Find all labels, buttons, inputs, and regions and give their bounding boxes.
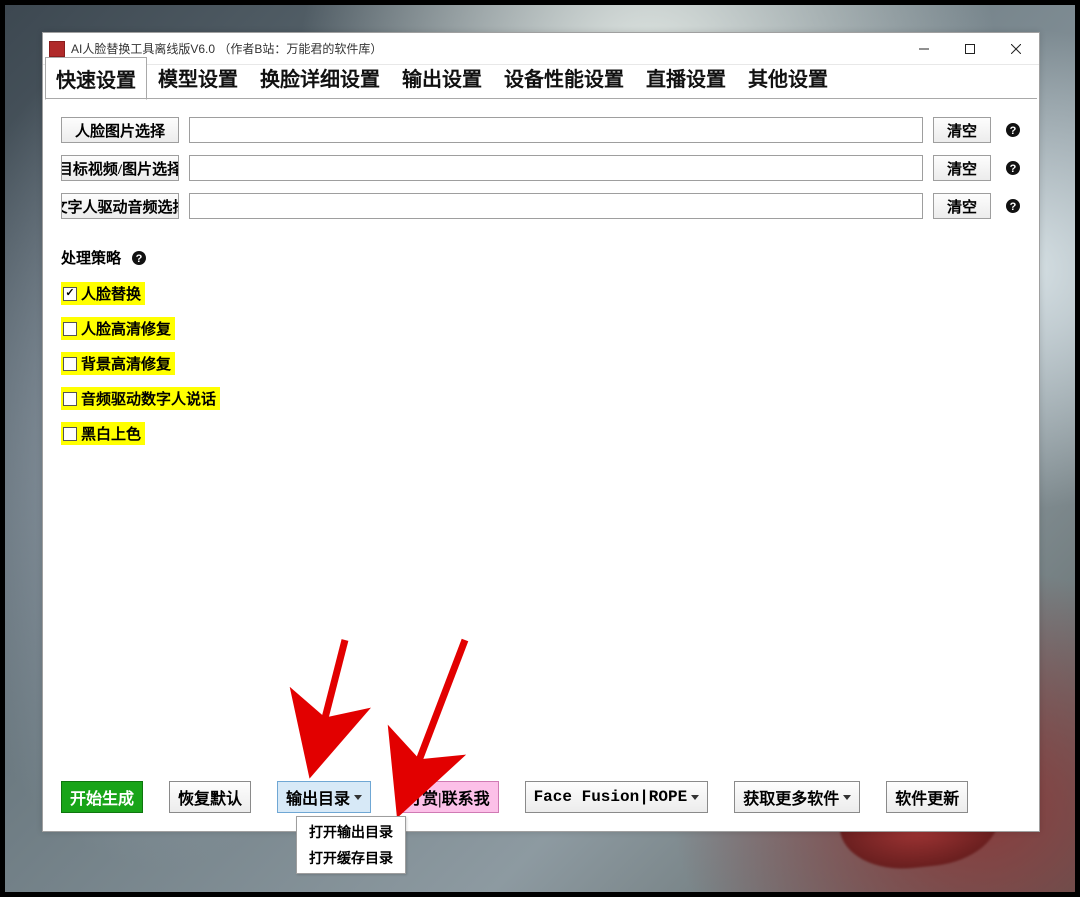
more-software-button[interactable]: 获取更多软件 xyxy=(734,781,860,813)
chevron-down-icon xyxy=(354,795,362,800)
svg-text:?: ? xyxy=(136,253,143,265)
maximize-icon xyxy=(965,44,975,54)
maximize-button[interactable] xyxy=(947,33,993,64)
strategy-section-label: 处理策略 ? xyxy=(61,247,1021,268)
close-button[interactable] xyxy=(993,33,1039,64)
checkbox-icon xyxy=(63,322,77,336)
help-icon[interactable]: ? xyxy=(131,250,147,266)
help-icon[interactable]: ? xyxy=(1005,122,1021,138)
strategy-label: 音频驱动数字人说话 xyxy=(81,388,216,409)
chevron-down-icon xyxy=(691,795,699,800)
bottom-toolbar: 开始生成 恢复默认 输出目录 打赏|联系我 Face Fusion|ROPE 获… xyxy=(61,781,1021,813)
quick-settings-panel: 人脸图片选择 清空 ? 目标视频/图片选择 清空 ? 文字人驱动音频选择 清空 … xyxy=(43,99,1039,445)
svg-text:?: ? xyxy=(1010,201,1017,213)
strategy-label: 黑白上色 xyxy=(81,423,141,444)
strategy-face-hires[interactable]: 人脸高清修复 xyxy=(61,317,1021,340)
tab-bar: 快速设置 模型设置 换脸详细设置 输出设置 设备性能设置 直播设置 其他设置 xyxy=(43,65,1039,99)
strategy-label: 人脸高清修复 xyxy=(81,318,171,339)
target-media-row: 目标视频/图片选择 清空 ? xyxy=(61,155,1021,181)
target-media-path-input[interactable] xyxy=(189,155,923,181)
tab-live-settings[interactable]: 直播设置 xyxy=(635,56,737,99)
face-image-select-button[interactable]: 人脸图片选择 xyxy=(61,117,179,143)
audio-drive-row: 文字人驱动音频选择 清空 ? xyxy=(61,193,1021,219)
target-media-clear-button[interactable]: 清空 xyxy=(933,155,991,181)
strategy-label: 人脸替换 xyxy=(81,283,141,304)
open-output-dir-item[interactable]: 打开输出目录 xyxy=(299,819,403,845)
output-dir-label: 输出目录 xyxy=(286,785,350,809)
checkbox-icon xyxy=(63,287,77,301)
window-controls xyxy=(901,33,1039,64)
window-title: AI人脸替换工具离线版V6.0 （作者B站：万能君的软件库） xyxy=(71,40,901,57)
tab-device-settings[interactable]: 设备性能设置 xyxy=(493,56,635,99)
donate-button[interactable]: 打赏|联系我 xyxy=(397,781,499,813)
tab-quick-settings[interactable]: 快速设置 xyxy=(45,57,147,100)
face-image-row: 人脸图片选择 清空 ? xyxy=(61,117,1021,143)
update-button[interactable]: 软件更新 xyxy=(886,781,968,813)
minimize-button[interactable] xyxy=(901,33,947,64)
tab-output-settings[interactable]: 输出设置 xyxy=(391,56,493,99)
strategy-section-text: 处理策略 xyxy=(61,247,121,268)
open-cache-dir-item[interactable]: 打开缓存目录 xyxy=(299,845,403,871)
app-icon xyxy=(49,41,65,57)
start-button[interactable]: 开始生成 xyxy=(61,781,143,813)
help-icon[interactable]: ? xyxy=(1005,160,1021,176)
minimize-icon xyxy=(919,44,929,54)
strategy-label: 背景高清修复 xyxy=(81,353,171,374)
strategy-audio-drive[interactable]: 音频驱动数字人说话 xyxy=(61,387,1021,410)
audio-drive-path-input[interactable] xyxy=(189,193,923,219)
tab-model-settings[interactable]: 模型设置 xyxy=(147,56,249,99)
chevron-down-icon xyxy=(843,795,851,800)
strategy-bg-hires[interactable]: 背景高清修复 xyxy=(61,352,1021,375)
face-fusion-rope-button[interactable]: Face Fusion|ROPE xyxy=(525,781,709,813)
more-software-label: 获取更多软件 xyxy=(743,785,839,809)
close-icon xyxy=(1011,44,1021,54)
svg-text:?: ? xyxy=(1010,163,1017,175)
reset-button[interactable]: 恢复默认 xyxy=(169,781,251,813)
checkbox-icon xyxy=(63,392,77,406)
face-image-clear-button[interactable]: 清空 xyxy=(933,117,991,143)
face-image-path-input[interactable] xyxy=(189,117,923,143)
tab-other-settings[interactable]: 其他设置 xyxy=(737,56,839,99)
strategy-bw-colorize[interactable]: 黑白上色 xyxy=(61,422,1021,445)
audio-drive-select-button[interactable]: 文字人驱动音频选择 xyxy=(61,193,179,219)
output-dir-dropdown: 打开输出目录 打开缓存目录 xyxy=(296,816,406,874)
output-dir-button[interactable]: 输出目录 xyxy=(277,781,371,813)
target-media-select-button[interactable]: 目标视频/图片选择 xyxy=(61,155,179,181)
face-fusion-label: Face Fusion|ROPE xyxy=(534,788,688,806)
help-icon[interactable]: ? xyxy=(1005,198,1021,214)
svg-text:?: ? xyxy=(1010,125,1017,137)
checkbox-icon xyxy=(63,427,77,441)
checkbox-icon xyxy=(63,357,77,371)
app-window: AI人脸替换工具离线版V6.0 （作者B站：万能君的软件库） 快速设置 模型设置… xyxy=(42,32,1040,832)
audio-drive-clear-button[interactable]: 清空 xyxy=(933,193,991,219)
tab-face-swap-settings[interactable]: 换脸详细设置 xyxy=(249,56,391,99)
strategy-face-swap[interactable]: 人脸替换 xyxy=(61,282,1021,305)
